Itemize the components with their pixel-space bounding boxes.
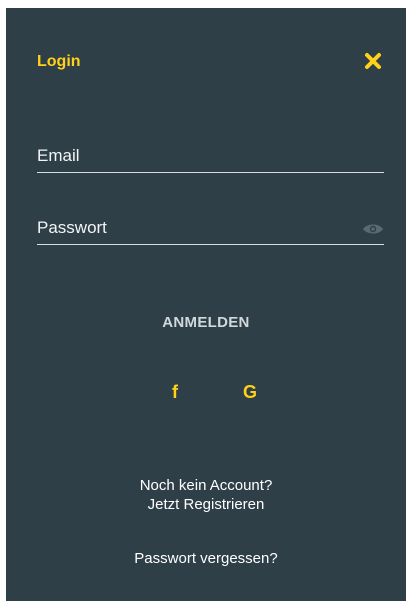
password-field[interactable] xyxy=(37,218,357,238)
login-dialog: Login ANMELDEN f G Noch kein Account? Je… xyxy=(6,8,406,601)
google-login-icon[interactable]: G xyxy=(238,382,262,403)
email-field[interactable] xyxy=(37,146,357,166)
login-button[interactable]: ANMELDEN xyxy=(6,314,406,331)
eye-icon[interactable] xyxy=(362,222,384,236)
register-section: Noch kein Account? Jetzt Registrieren xyxy=(6,476,406,514)
register-link[interactable]: Jetzt Registrieren xyxy=(6,495,406,514)
email-field-container xyxy=(37,138,384,173)
password-field-container xyxy=(37,210,384,245)
register-prompt: Noch kein Account? xyxy=(139,477,273,494)
forgot-password-link[interactable]: Passwort vergessen? xyxy=(6,550,406,567)
close-icon[interactable] xyxy=(364,52,382,70)
facebook-login-icon[interactable]: f xyxy=(163,382,187,403)
dialog-title: Login xyxy=(37,53,81,70)
